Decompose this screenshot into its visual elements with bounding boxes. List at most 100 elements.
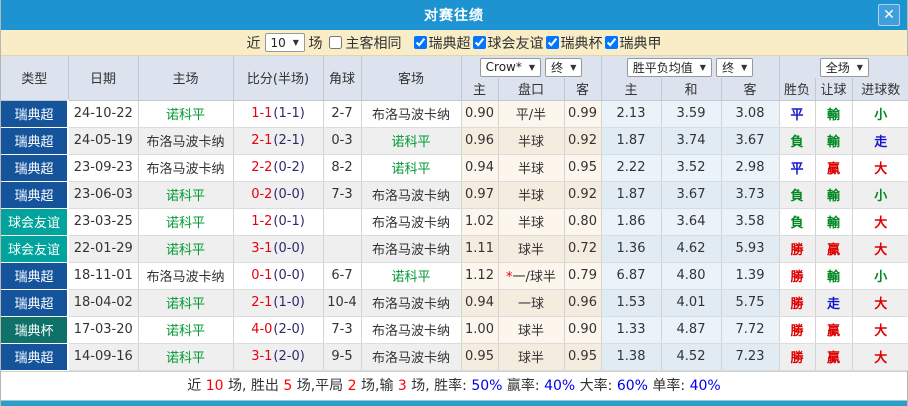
goals-value: 走 — [852, 127, 908, 155]
result-value: 負 — [779, 208, 816, 236]
score-fulltime: 3-1 — [251, 241, 273, 256]
handicap-result-value: 輸 — [815, 100, 853, 128]
handicap-text: 球半 — [517, 351, 544, 366]
same-venue-option[interactable]: 主客相同 — [327, 33, 402, 53]
league-label: 球会友谊 — [487, 35, 544, 52]
avg-draw: 4.52 — [661, 343, 722, 371]
odds-header-group: Crow* ▼ 终 ▼ — [461, 56, 602, 78]
sub-header-result: 胜负 — [779, 78, 816, 101]
home-odds: 0.94 — [461, 289, 499, 317]
avg-header-group: 胜平负均值 ▼ 终 ▼ — [601, 56, 780, 78]
close-icon: ✕ — [883, 7, 895, 23]
home-team: 诺科平 — [138, 316, 234, 344]
table-row: 瑞典超 18-11-01 布洛马波卡纳 0-1(0-0) 6-7 诺科平 1.1… — [1, 262, 908, 290]
avg-state-select[interactable]: 终 ▼ — [716, 57, 754, 77]
handicap-cell: 半球 — [498, 154, 565, 182]
corners — [323, 208, 362, 236]
match-date: 23-03-25 — [68, 208, 139, 236]
match-date: 14-09-16 — [68, 343, 139, 371]
score-cell: 1-2(0-1) — [233, 208, 324, 236]
avg-home: 2.22 — [601, 154, 662, 182]
handicap-text: 半球 — [517, 216, 544, 231]
score-cell: 0-1(0-0) — [233, 262, 324, 290]
summary-label: 单率: — [647, 378, 690, 394]
scope-select[interactable]: 全场 ▼ — [819, 57, 869, 77]
handicap-result-value: 贏 — [815, 154, 853, 182]
corners — [323, 235, 362, 263]
odds-company-select[interactable]: Crow* ▼ — [479, 57, 542, 77]
sub-header-avg-away: 客 — [721, 78, 780, 101]
match-date: 18-11-01 — [68, 262, 139, 290]
league-checkbox[interactable] — [604, 36, 618, 49]
league-badge: 瑞典超 — [1, 181, 69, 209]
league-filter-item[interactable]: 球会友谊 — [471, 33, 544, 53]
games-label: 场 — [308, 35, 323, 52]
table-row: 球会友谊 23-03-25 诺科平 1-2(0-1) 布洛马波卡纳 1.02 半… — [1, 208, 908, 236]
home-odds: 1.12 — [461, 262, 499, 290]
games-count-value: 10 — [270, 35, 286, 50]
league-checkbox[interactable] — [545, 36, 559, 49]
away-team: 布洛马波卡纳 — [361, 343, 462, 371]
score-fulltime: 1-1 — [251, 106, 273, 121]
table-row: 瑞典杯 17-03-20 诺科平 4-0(2-0) 7-3 布洛马波卡纳 1.0… — [1, 316, 908, 344]
summary-label: 场,输 — [356, 378, 398, 394]
dropdown-arrow-icon: ▼ — [528, 62, 536, 72]
summary-label: 赢率: — [502, 378, 545, 394]
handicap-cell: 平/半 — [498, 100, 565, 128]
avg-draw: 4.80 — [661, 262, 722, 290]
avg-away: 7.72 — [721, 316, 780, 344]
league-filter-item[interactable]: 瑞典超 — [412, 33, 471, 53]
result-value: 勝 — [779, 289, 816, 317]
match-date: 18-04-02 — [68, 289, 139, 317]
league-badge: 瑞典超 — [1, 154, 69, 182]
goals-value: 小 — [852, 262, 908, 290]
score-fulltime: 2-1 — [251, 295, 273, 310]
avg-draw: 4.87 — [661, 316, 722, 344]
games-count-select[interactable]: 10 ▼ — [264, 33, 305, 52]
league-badge: 瑞典超 — [1, 262, 69, 290]
league-filter-item[interactable]: 瑞典甲 — [603, 33, 662, 53]
same-venue-checkbox[interactable] — [328, 36, 342, 49]
handicap-cell: 半球 — [498, 181, 565, 209]
handicap-result-value: 走 — [815, 289, 853, 317]
result-value: 勝 — [779, 262, 816, 290]
away-odds: 0.72 — [564, 235, 602, 263]
home-odds: 0.90 — [461, 100, 499, 128]
table-row: 瑞典超 24-05-19 布洛马波卡纳 2-1(2-1) 0-3 诺科平 0.9… — [1, 127, 908, 155]
close-button[interactable]: ✕ — [878, 4, 900, 26]
league-badge: 瑞典超 — [1, 127, 69, 155]
avg-home: 1.87 — [601, 127, 662, 155]
odds-state-value: 终 — [551, 60, 564, 75]
avg-away: 3.58 — [721, 208, 780, 236]
home-odds: 0.96 — [461, 127, 499, 155]
result-value: 負 — [779, 181, 816, 209]
goals-value: 大 — [852, 208, 908, 236]
score-cell: 2-1(2-1) — [233, 127, 324, 155]
odds-state-select[interactable]: 终 ▼ — [545, 57, 583, 77]
avg-away: 2.98 — [721, 154, 780, 182]
avg-select[interactable]: 胜平负均值 ▼ — [626, 57, 712, 77]
league-checkbox[interactable] — [413, 36, 427, 49]
near-label: 近 — [246, 35, 261, 52]
goals-value: 大 — [852, 343, 908, 371]
league-label: 瑞典超 — [428, 35, 471, 52]
handicap-result-value: 贏 — [815, 316, 853, 344]
sub-header-handicap: 盘口 — [498, 78, 565, 101]
score-fulltime: 1-2 — [251, 214, 273, 229]
avg-home: 1.53 — [601, 289, 662, 317]
away-odds: 0.92 — [564, 127, 602, 155]
result-value: 勝 — [779, 343, 816, 371]
avg-away: 5.93 — [721, 235, 780, 263]
summary-number: 3 — [397, 378, 407, 394]
goals-value: 大 — [852, 316, 908, 344]
league-checkbox[interactable] — [472, 36, 486, 49]
summary-number: 10 — [205, 378, 224, 394]
corners: 2-7 — [323, 100, 362, 128]
avg-home: 1.36 — [601, 235, 662, 263]
summary-number: 5 — [283, 378, 293, 394]
score-fulltime: 2-2 — [251, 160, 273, 175]
league-filter-item[interactable]: 瑞典杯 — [544, 33, 603, 53]
handicap-text: 半球 — [517, 162, 544, 177]
home-team: 布洛马波卡纳 — [138, 127, 234, 155]
handicap-cell: *一/球半 — [498, 262, 565, 290]
